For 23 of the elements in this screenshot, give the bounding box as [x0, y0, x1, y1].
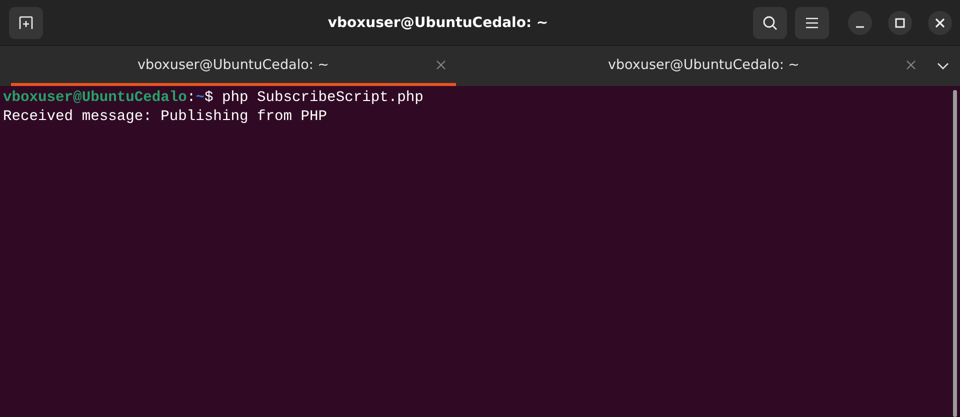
maximize-button[interactable]	[888, 10, 912, 34]
window-title: vboxuser@UbuntuCedalo: ~	[326, 14, 550, 30]
menu-icon	[805, 16, 819, 28]
scrollbar[interactable]	[953, 90, 957, 417]
new-tab-icon	[18, 14, 34, 30]
close-icon	[436, 60, 446, 70]
new-tab-button[interactable]	[9, 6, 43, 38]
terminal-line: Received message: Publishing from PHP	[3, 108, 328, 127]
close-icon	[935, 18, 945, 28]
close-button[interactable]	[928, 10, 952, 34]
chevron-down-icon	[937, 62, 949, 70]
terminal-tab[interactable]: vboxuser@UbuntuCedalo: ~	[11, 46, 456, 86]
close-icon	[906, 60, 916, 70]
search-button[interactable]	[753, 6, 787, 38]
terminal-tab[interactable]: vboxuser@UbuntuCedalo: ~	[482, 46, 926, 86]
terminal-line: vboxuser@UbuntuCedalo:~$ php SubscribeScript.php	[3, 89, 424, 108]
minimize-icon	[855, 26, 865, 28]
menu-button[interactable]	[795, 6, 829, 38]
search-icon	[762, 14, 778, 30]
tab-close-button[interactable]	[906, 60, 916, 70]
maximize-icon	[895, 18, 905, 28]
tab-close-button[interactable]	[436, 60, 446, 70]
minimize-button[interactable]	[848, 10, 872, 34]
